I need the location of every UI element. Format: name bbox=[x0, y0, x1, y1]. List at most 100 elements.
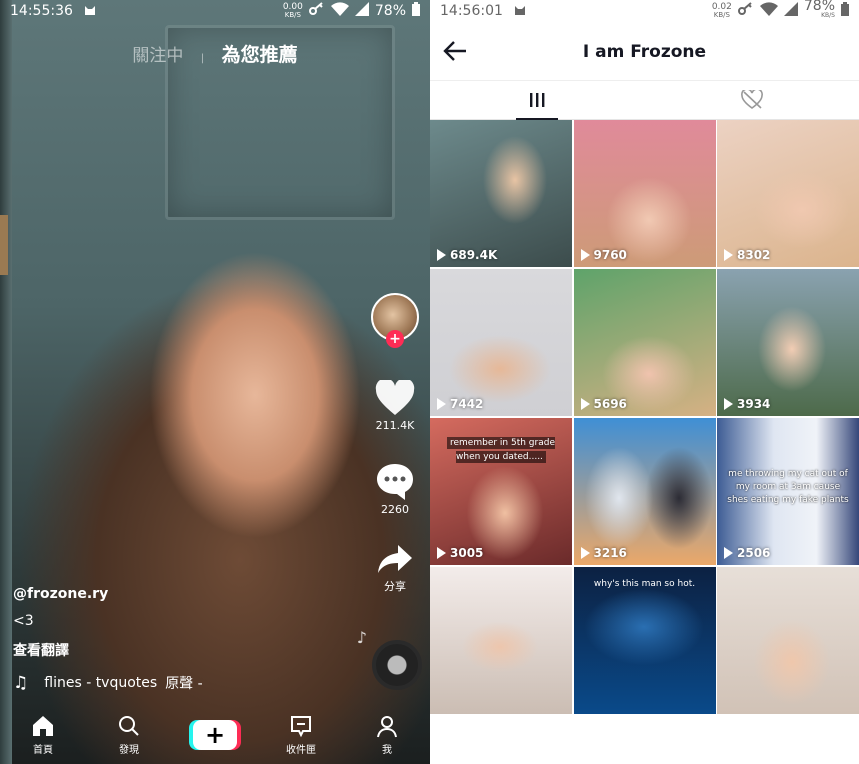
play-icon bbox=[580, 547, 590, 559]
video-thumbnail[interactable]: 7442 bbox=[430, 269, 572, 416]
comment-count: 2260 bbox=[381, 503, 409, 516]
share-arrow-icon[interactable] bbox=[376, 543, 414, 575]
music-disc-button[interactable] bbox=[372, 640, 422, 690]
video-thumbnail[interactable]: 8302 bbox=[717, 120, 859, 267]
video-thumbnail[interactable]: why's this man so hot. bbox=[573, 567, 716, 714]
bottom-navigation: 首頁 發現 + 收件匣 我 bbox=[0, 706, 430, 764]
play-icon bbox=[437, 398, 446, 410]
signal-icon bbox=[354, 2, 369, 20]
nav-create[interactable]: + bbox=[185, 720, 245, 750]
share-label: 分享 bbox=[384, 580, 406, 593]
profile-tabs bbox=[430, 80, 859, 120]
cat-icon bbox=[513, 2, 527, 20]
nav-discover-label: 發現 bbox=[119, 745, 139, 756]
nav-inbox-label: 收件匣 bbox=[286, 745, 316, 756]
music-note-icon: ♫ bbox=[13, 673, 29, 693]
status-bar: 14:55:36 0.00 KB/S 78% bbox=[0, 0, 430, 22]
video-thumbnail[interactable]: 5696 bbox=[573, 269, 716, 416]
door-edge bbox=[0, 0, 12, 764]
search-icon bbox=[119, 716, 139, 736]
hidden-heart-icon bbox=[740, 90, 763, 109]
video-thumbnail[interactable]: remember in 5th grade when you dated....… bbox=[430, 418, 572, 565]
view-count: 3934 bbox=[724, 397, 770, 411]
cat-icon bbox=[83, 2, 97, 20]
nav-me[interactable]: 我 bbox=[357, 714, 417, 756]
battery-icon bbox=[412, 2, 420, 20]
status-bar: 14:56:01 0.02 KB/S 78% KB/S bbox=[430, 0, 859, 22]
play-icon bbox=[724, 398, 733, 410]
nav-home-label: 首頁 bbox=[33, 745, 53, 756]
thumbnail-overlay-text: why's this man so hot. bbox=[593, 579, 696, 589]
like-button[interactable]: 211.4K bbox=[368, 380, 422, 432]
view-count: 7442 bbox=[437, 397, 483, 411]
sound-original: 原聲 - bbox=[165, 676, 203, 692]
play-icon bbox=[580, 398, 590, 410]
creator-avatar-button[interactable]: + bbox=[368, 293, 422, 353]
nav-me-label: 我 bbox=[382, 745, 392, 756]
creator-username[interactable]: @frozone.ry bbox=[13, 586, 108, 602]
status-time: 14:56:01 bbox=[440, 3, 503, 19]
tab-videos[interactable] bbox=[430, 81, 645, 120]
video-thumbnail[interactable]: me throwing my cat out of my room at 3am… bbox=[717, 418, 859, 565]
view-count: 9760 bbox=[580, 248, 627, 262]
play-icon bbox=[724, 547, 733, 559]
play-icon bbox=[580, 249, 590, 261]
play-icon bbox=[724, 249, 733, 261]
tab-liked[interactable] bbox=[645, 81, 859, 119]
view-count: 3005 bbox=[437, 546, 483, 560]
door-hinge bbox=[0, 215, 8, 275]
view-count: 2506 bbox=[724, 546, 770, 560]
home-icon bbox=[33, 716, 53, 736]
key-icon bbox=[737, 2, 754, 20]
sound-name: flines - tvquotes bbox=[44, 675, 158, 691]
key-icon bbox=[308, 2, 325, 20]
like-count: 211.4K bbox=[375, 419, 415, 432]
heart-icon[interactable] bbox=[375, 380, 415, 416]
video-description: <3 bbox=[13, 613, 34, 629]
tab-for-you[interactable]: 為您推薦 bbox=[222, 44, 298, 66]
nav-discover[interactable]: 發現 bbox=[99, 714, 159, 756]
play-icon bbox=[437, 249, 446, 261]
profile-icon bbox=[377, 716, 397, 738]
back-arrow-icon[interactable] bbox=[442, 38, 468, 64]
create-video-button[interactable]: + bbox=[193, 720, 237, 750]
wifi-icon bbox=[330, 2, 349, 20]
view-count: 5696 bbox=[580, 397, 627, 411]
nav-inbox[interactable]: 收件匣 bbox=[271, 714, 331, 756]
video-thumbnail[interactable]: 9760 bbox=[573, 120, 716, 267]
signal-icon bbox=[783, 2, 798, 20]
battery-level: 78% bbox=[374, 3, 406, 19]
video-thumbnail[interactable] bbox=[430, 567, 572, 714]
network-speed: 0.00 KB/S bbox=[282, 2, 303, 19]
translate-link[interactable]: 查看翻譯 bbox=[13, 640, 69, 660]
video-grid: 689.4K 9760 8302 7442 5696 3934 remember… bbox=[430, 120, 859, 714]
comment-icon[interactable] bbox=[375, 462, 415, 500]
floating-music-note-icon: ♪ bbox=[356, 628, 367, 647]
video-thumbnail[interactable]: 3934 bbox=[717, 269, 859, 416]
nav-home[interactable]: 首頁 bbox=[13, 714, 73, 756]
follow-plus-icon[interactable]: + bbox=[386, 330, 404, 348]
play-icon bbox=[437, 547, 446, 559]
profile-header: I am Frozone bbox=[430, 28, 859, 76]
battery-level: 78% KB/S bbox=[803, 0, 835, 19]
tab-following[interactable]: 關注中 bbox=[132, 46, 183, 66]
tab-separator: | bbox=[200, 53, 205, 64]
profile-title: I am Frozone bbox=[582, 42, 707, 62]
thumbnail-overlay-text: remember in 5th grade when you dated....… bbox=[436, 436, 566, 464]
wifi-icon bbox=[759, 2, 778, 20]
status-time: 14:55:36 bbox=[10, 3, 73, 19]
grid-icon bbox=[530, 93, 545, 107]
comment-button[interactable]: 2260 bbox=[368, 462, 422, 516]
video-thumbnail[interactable] bbox=[717, 567, 859, 714]
profile-screen: 14:56:01 0.02 KB/S 78% KB/S I am Frozone bbox=[430, 0, 859, 764]
view-count: 3216 bbox=[580, 546, 627, 560]
inbox-icon bbox=[291, 716, 311, 738]
video-thumbnail[interactable]: 689.4K bbox=[430, 120, 572, 267]
thumbnail-overlay-text: me throwing my cat out of my room at 3am… bbox=[727, 469, 849, 505]
sound-marquee[interactable]: ♫ flines - tvquotes 原聲 - bbox=[13, 673, 203, 693]
network-speed: 0.02 KB/S bbox=[711, 2, 732, 19]
share-button[interactable]: 分享 bbox=[368, 543, 422, 594]
video-feed-screen: 14:55:36 0.00 KB/S 78% 關注中 | 為您推薦 + 211.… bbox=[0, 0, 430, 764]
battery-icon bbox=[841, 2, 849, 20]
video-thumbnail[interactable]: 3216 bbox=[573, 418, 716, 565]
